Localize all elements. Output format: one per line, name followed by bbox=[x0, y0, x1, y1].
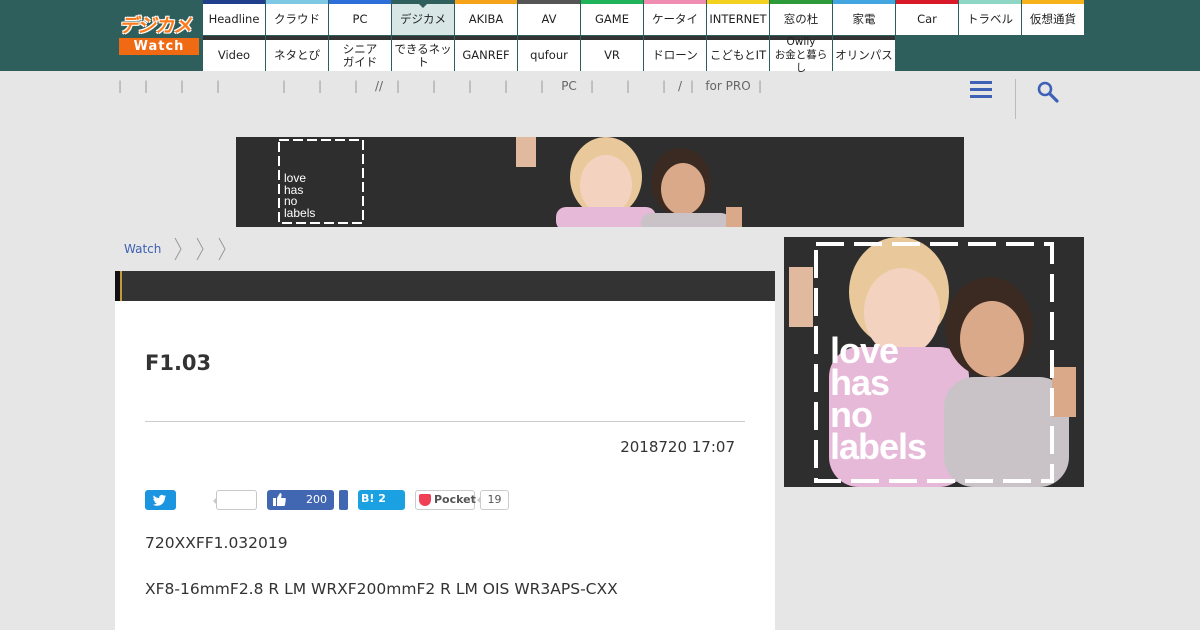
menu-list-icon[interactable] bbox=[970, 80, 994, 100]
nav-row-primary: Headline クラウド PC デジカメ AKIBA AV GAME ケータイ INTERNE… bbox=[203, 0, 1085, 35]
twitter-share-button[interactable] bbox=[145, 490, 176, 510]
site-header: デジカメ Watch Headline クラウド PC デジカメ AKIBA AV GAME… bbox=[0, 0, 1200, 74]
share-count-box bbox=[213, 490, 257, 510]
title-divider bbox=[145, 421, 745, 422]
nav-row-secondary: Video ネタとぴ シニア ガイド できるネット GANREF qufour VR ドローン… bbox=[203, 36, 1085, 74]
sub-nav-separator: | bbox=[504, 79, 509, 93]
nav-item[interactable]: 家電 bbox=[833, 0, 895, 35]
nav-item[interactable]: オリンパス bbox=[833, 36, 895, 71]
sub-nav-separator: | bbox=[180, 79, 185, 93]
facebook-like-button[interactable]: 200 bbox=[267, 490, 334, 510]
sub-nav-separator: | bbox=[318, 79, 323, 93]
ad-banner-text: love has no labels bbox=[284, 171, 316, 220]
nav-item[interactable]: VR bbox=[581, 36, 643, 71]
twitter-icon bbox=[152, 494, 167, 506]
nav-item[interactable]: ケータイ bbox=[644, 0, 706, 35]
nav-item[interactable]: GANREF bbox=[455, 36, 517, 71]
nav-item[interactable]: Car bbox=[896, 0, 958, 35]
sub-nav-separator: | bbox=[662, 79, 667, 93]
nav-item[interactable]: PC bbox=[329, 0, 391, 35]
sub-nav-separator: | bbox=[396, 79, 401, 93]
sub-nav-separator: | bbox=[144, 79, 149, 93]
breadcrumb-chevron-icon bbox=[196, 237, 204, 261]
sub-nav-separator: | bbox=[354, 79, 359, 93]
ad-side-text: love has no labels bbox=[830, 330, 927, 467]
nav-divider bbox=[1015, 79, 1016, 119]
nav-item[interactable]: Video bbox=[203, 36, 265, 71]
search-icon[interactable] bbox=[1036, 80, 1060, 104]
sub-nav-separator: | bbox=[590, 79, 595, 93]
sub-nav-separator: | bbox=[468, 79, 473, 93]
nav-item[interactable]: 仮想通貨 bbox=[1022, 0, 1084, 35]
nav-item[interactable]: qufour bbox=[518, 36, 580, 71]
facebook-like-count: 200 bbox=[306, 493, 327, 506]
site-nav: Headline クラウド PC デジカメ AKIBA AV GAME ケータイ INTERNE… bbox=[203, 0, 1085, 74]
nav-item[interactable]: AV bbox=[518, 0, 580, 35]
nav-item[interactable]: GAME bbox=[581, 0, 643, 35]
sub-nav-separator: | bbox=[282, 79, 287, 93]
sub-nav-separator: | bbox=[216, 79, 221, 93]
sub-nav-item[interactable]: // bbox=[362, 79, 396, 93]
ad-banner-image bbox=[236, 137, 964, 227]
thumbs-up-icon bbox=[273, 493, 286, 506]
sub-nav-item[interactable]: / bbox=[670, 79, 690, 93]
article-category-bar bbox=[115, 271, 775, 301]
article-card: F1.03 2018720 17:07 200 B! 2 Pocket 19 7… bbox=[115, 301, 775, 630]
nav-item[interactable]: 窓の杜 bbox=[770, 0, 832, 35]
nav-item[interactable]: ネタとぴ bbox=[266, 36, 328, 71]
nav-item[interactable]: こどもとIT bbox=[707, 36, 769, 71]
ad-side[interactable]: love has no labels bbox=[784, 237, 1084, 487]
sub-nav-separator: | bbox=[690, 79, 695, 93]
pocket-count: 19 bbox=[477, 490, 509, 510]
sub-nav-separator: | bbox=[758, 79, 763, 93]
article-title: F1.03 bbox=[145, 351, 212, 375]
logo-subtitle: Watch bbox=[119, 38, 199, 55]
breadcrumb: Watch bbox=[124, 236, 227, 262]
breadcrumb-chevron-icon bbox=[174, 237, 182, 261]
nav-item[interactable]: デジカメ bbox=[392, 0, 454, 35]
nav-item[interactable]: できるネット bbox=[392, 36, 454, 71]
ad-side-image bbox=[784, 237, 1084, 487]
sub-nav-separator: | bbox=[626, 79, 631, 93]
nav-item[interactable]: ドローン bbox=[644, 36, 706, 71]
sub-nav-separator: | bbox=[540, 79, 545, 93]
sub-nav-item[interactable]: PC bbox=[548, 79, 590, 93]
sub-nav-separator: | bbox=[432, 79, 437, 93]
sub-nav-separator: | bbox=[118, 79, 123, 93]
ad-banner-top[interactable]: love has no labels bbox=[236, 137, 964, 227]
nav-item[interactable]: Owlly お金と暮らし bbox=[770, 36, 832, 74]
nav-item[interactable]: クラウド bbox=[266, 0, 328, 35]
article-paragraph: XF8-16mmF2.8 R LM WRXF200mmF2 R LM OIS W… bbox=[145, 580, 618, 598]
logo-wordmark: デジカメ bbox=[119, 15, 192, 37]
sub-nav-item[interactable]: for PRO bbox=[698, 79, 758, 93]
nav-item[interactable]: シニア ガイド bbox=[329, 36, 391, 71]
article-date: 2018720 17:07 bbox=[620, 438, 735, 456]
breadcrumb-home-link[interactable]: Watch bbox=[124, 242, 161, 256]
pocket-save-button[interactable]: Pocket bbox=[415, 490, 476, 510]
nav-item[interactable]: INTERNET bbox=[707, 0, 769, 35]
nav-item[interactable]: AKIBA bbox=[455, 0, 517, 35]
site-logo[interactable]: デジカメ Watch bbox=[119, 14, 199, 56]
sub-nav: | | | | | | |//| | | | | PC | | | / | for PRO | bbox=[118, 79, 762, 95]
breadcrumb-chevron-icon bbox=[218, 237, 226, 261]
article-paragraph: 720XXFF1.032019 bbox=[145, 534, 288, 552]
hatena-bookmark-button[interactable]: B! 2 bbox=[358, 490, 405, 510]
nav-item[interactable]: トラベル bbox=[959, 0, 1021, 35]
nav-item[interactable]: Headline bbox=[203, 0, 265, 35]
facebook-share-button[interactable] bbox=[339, 490, 348, 510]
